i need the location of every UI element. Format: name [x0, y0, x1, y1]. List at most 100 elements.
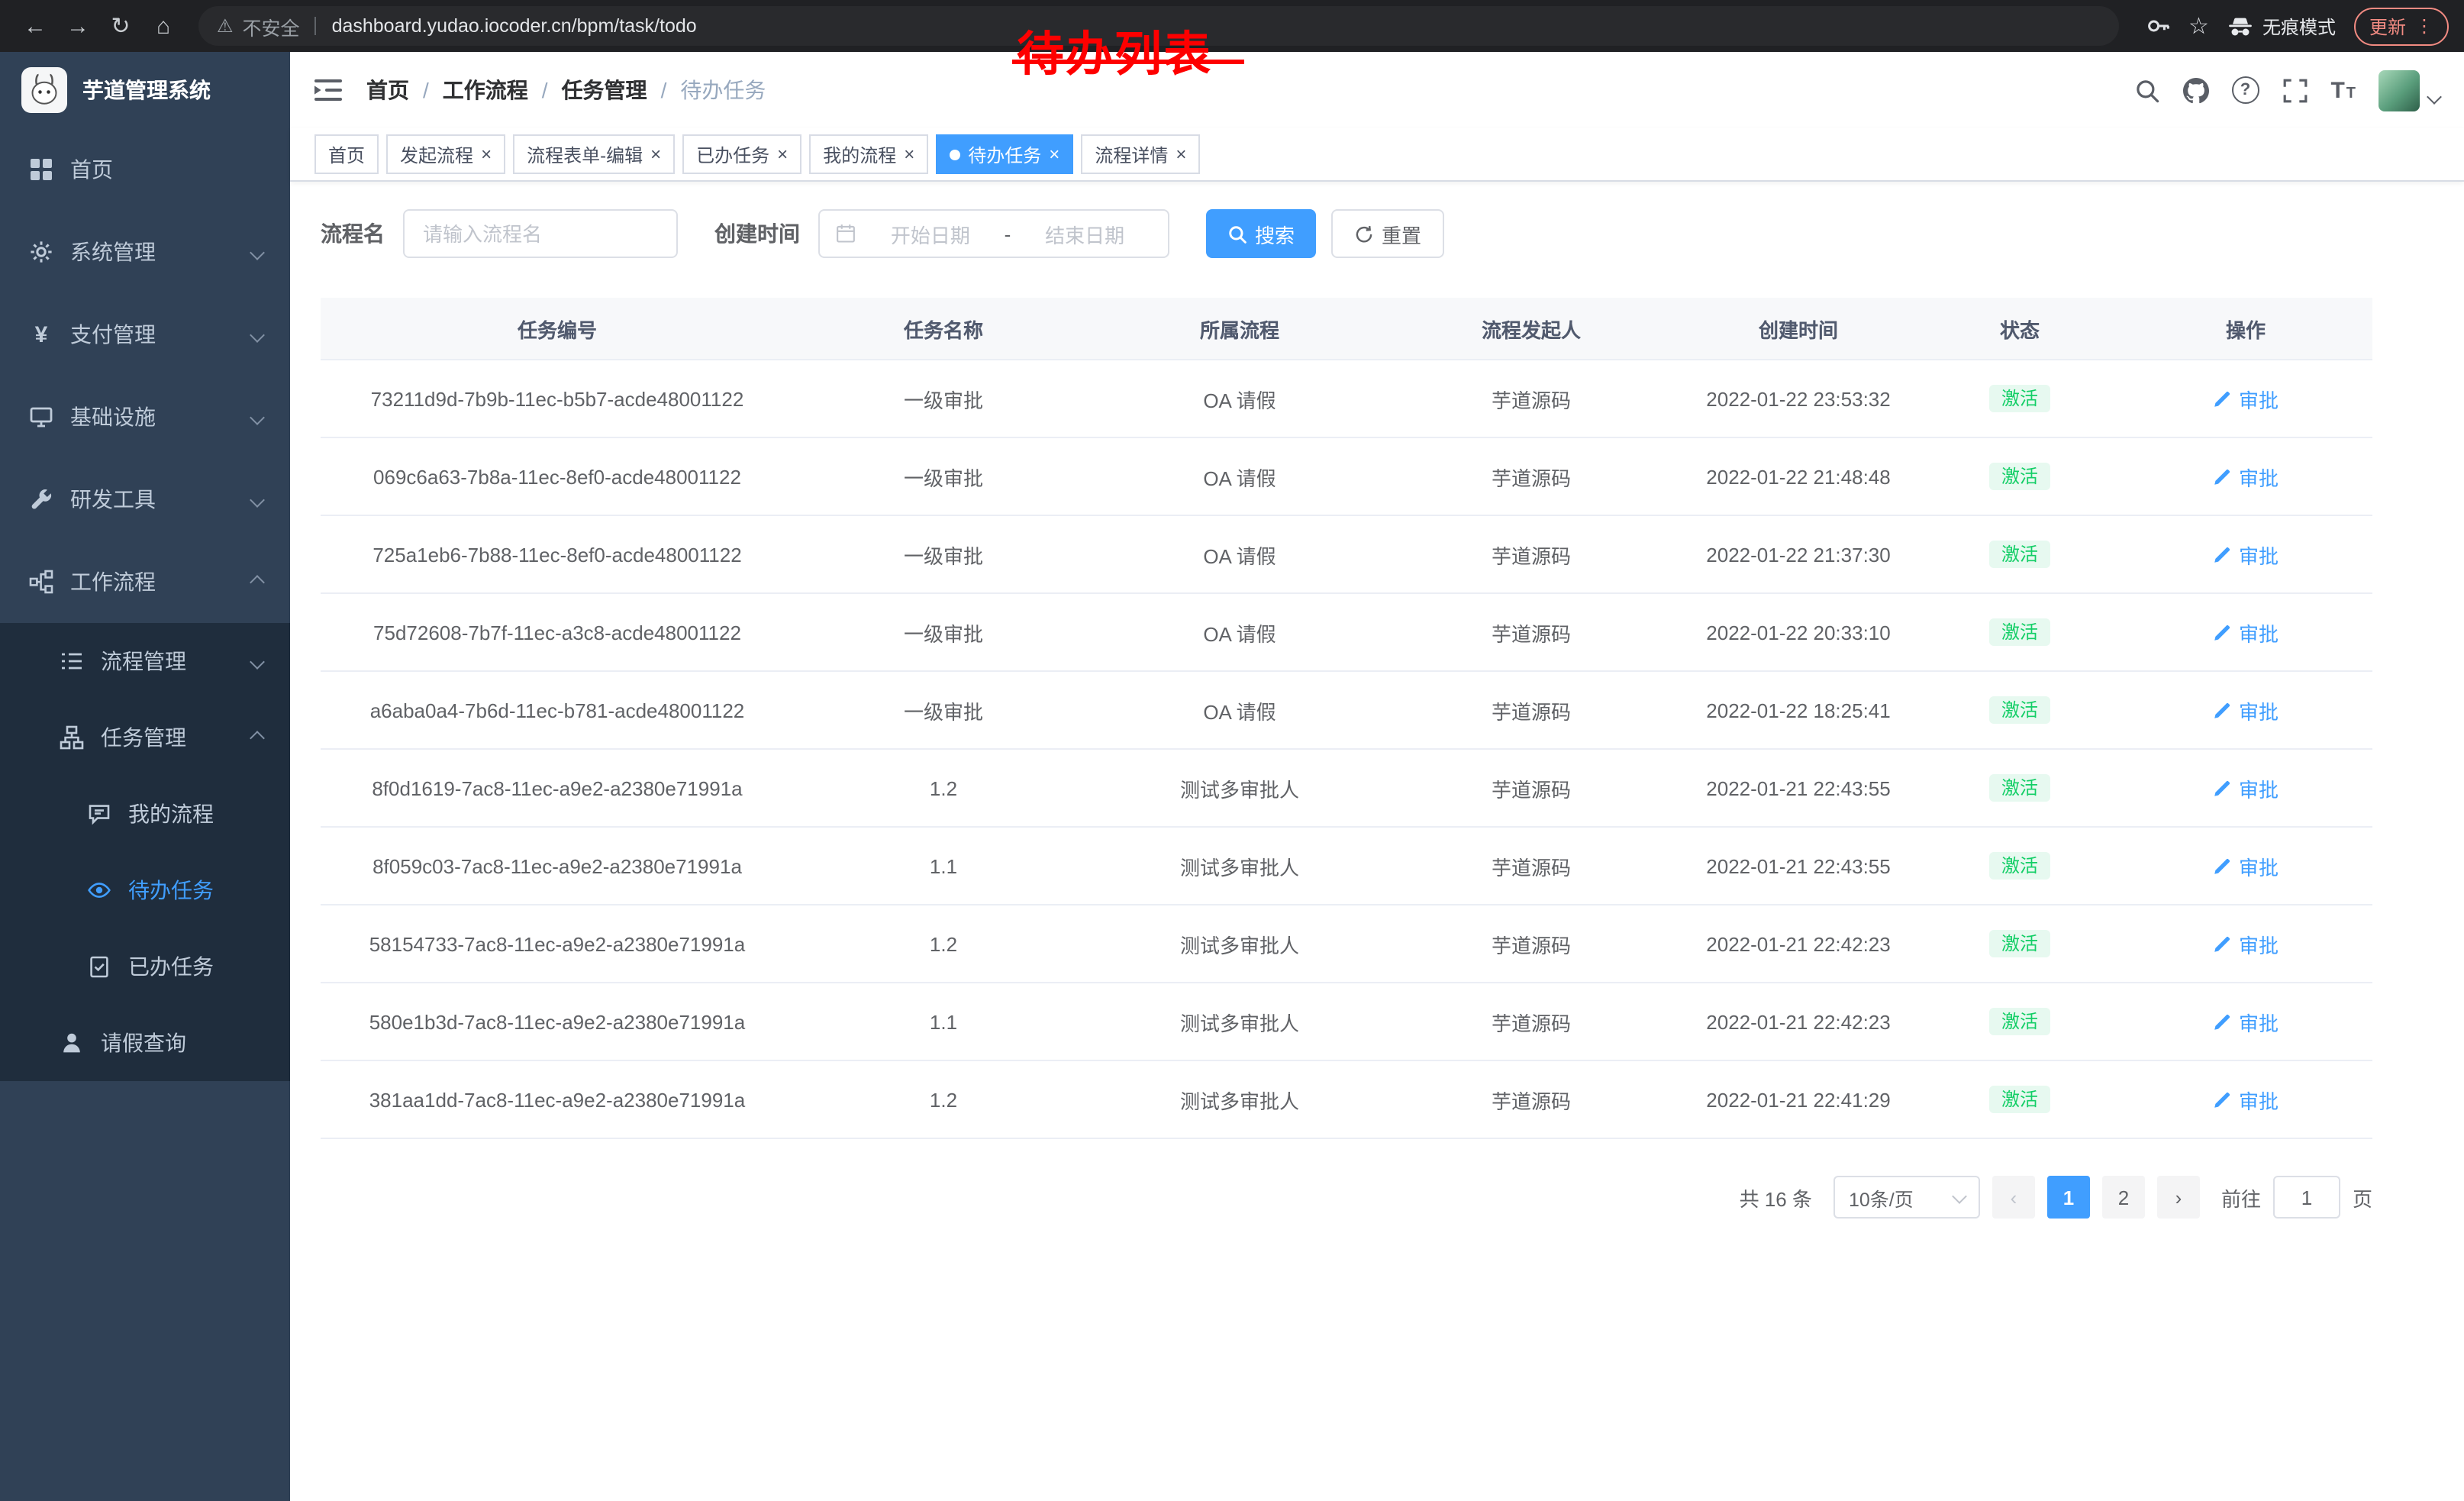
tab-close-icon[interactable]: × [481, 145, 492, 163]
back-icon[interactable]: ← [15, 6, 55, 46]
reload-icon[interactable]: ↻ [101, 6, 140, 46]
next-page-button[interactable]: › [2157, 1176, 2200, 1219]
tab[interactable]: 流程详情 × [1081, 134, 1200, 174]
breadcrumb: 首页 / 工作流程 / 任务管理 / 待办任务 [366, 75, 766, 105]
cell-create-time: 2022-01-21 22:42:23 [1676, 983, 1921, 1060]
reset-button[interactable]: 重置 [1331, 209, 1444, 258]
approve-label: 审批 [2239, 1007, 2279, 1036]
tab[interactable]: 已办任务 × [682, 134, 801, 174]
sidebar-item-label: 基础设施 [70, 402, 156, 432]
date-range-picker[interactable]: 开始日期 - 结束日期 [818, 209, 1169, 258]
sidebar-item-todo-tasks[interactable]: 待办任务 [0, 852, 290, 928]
sidebar-item-infrastructure[interactable]: 基础设施 [0, 376, 290, 458]
font-size-icon[interactable]: TT [2330, 77, 2356, 103]
breadcrumb-item[interactable]: 首页 [366, 75, 409, 105]
tab-close-icon[interactable]: × [650, 145, 661, 163]
tab-close-icon[interactable]: × [1176, 145, 1186, 163]
approve-link[interactable]: 审批 [2213, 696, 2279, 725]
sidebar-toggle-icon[interactable] [314, 78, 342, 102]
approve-link[interactable]: 审批 [2213, 773, 2279, 802]
page-size-select[interactable]: 10条/页 [1833, 1176, 1980, 1219]
approve-link[interactable]: 审批 [2213, 540, 2279, 569]
page-number-button[interactable]: 1 [2047, 1176, 2090, 1219]
sidebar-item-home[interactable]: 首页 [0, 128, 290, 211]
breadcrumb-item[interactable]: 工作流程 [443, 75, 528, 105]
key-icon[interactable] [2146, 14, 2170, 38]
cell-initiator: 芋道源码 [1386, 905, 1676, 983]
sidebar-item-task-management[interactable]: 任务管理 [0, 699, 290, 776]
cell-action: 审批 [2119, 983, 2372, 1060]
chevron-down-icon [250, 409, 265, 424]
cell-create-time: 2022-01-21 22:43:55 [1676, 749, 1921, 827]
approve-link[interactable]: 审批 [2213, 384, 2279, 413]
tab-label: 首页 [328, 141, 365, 167]
sidebar-item-payment[interactable]: ¥ 支付管理 [0, 293, 290, 376]
approve-link[interactable]: 审批 [2213, 929, 2279, 958]
sidebar-item-process-management[interactable]: 流程管理 [0, 623, 290, 699]
breadcrumb-item[interactable]: 任务管理 [562, 75, 647, 105]
gear-icon [27, 238, 55, 266]
tab[interactable]: 待办任务 × [936, 134, 1073, 174]
sidebar-item-leave-query[interactable]: 请假查询 [0, 1005, 290, 1081]
github-icon[interactable] [2182, 77, 2208, 103]
goto-page-input[interactable] [2273, 1176, 2340, 1219]
sidebar-item-done-tasks[interactable]: 已办任务 [0, 928, 290, 1005]
column-header: 创建时间 [1676, 298, 1921, 360]
table-row: 58154733-7ac8-11ec-a9e2-a2380e71991a 1.2… [321, 905, 2372, 983]
person-icon [58, 1029, 85, 1057]
tab[interactable]: 流程表单-编辑 × [513, 134, 675, 174]
process-name-input[interactable] [403, 209, 678, 258]
approve-link[interactable]: 审批 [2213, 462, 2279, 491]
app-logo[interactable]: 芋道管理系统 [0, 52, 290, 128]
edit-pen-icon [2213, 544, 2233, 564]
search-icon[interactable] [2133, 77, 2159, 103]
sidebar-item-system[interactable]: 系统管理 [0, 211, 290, 293]
approve-link[interactable]: 审批 [2213, 851, 2279, 880]
tab[interactable]: 我的流程 × [809, 134, 928, 174]
approve-link[interactable]: 审批 [2213, 1007, 2279, 1036]
chevron-down-icon [250, 244, 265, 260]
cell-initiator: 芋道源码 [1386, 593, 1676, 671]
update-button[interactable]: 更新 ⋮ [2354, 7, 2449, 45]
prev-page-button[interactable]: ‹ [1992, 1176, 2035, 1219]
tab[interactable]: 首页 × [314, 134, 379, 174]
tab-close-icon[interactable]: × [904, 145, 914, 163]
fullscreen-icon[interactable] [2282, 77, 2308, 103]
cell-task-id: 73211d9d-7b9b-11ec-b5b7-acde48001122 [321, 360, 794, 437]
user-menu[interactable] [2379, 69, 2440, 111]
tab[interactable]: 发起流程 × [386, 134, 505, 174]
cell-action: 审批 [2119, 593, 2372, 671]
cell-process: 测试多审批人 [1093, 1060, 1386, 1138]
tab-close-icon[interactable]: × [777, 145, 788, 163]
search-button[interactable]: 搜索 [1206, 209, 1316, 258]
sidebar-menu: 首页 系统管理 ¥ 支付管理 基础设施 [0, 128, 290, 1081]
chat-bubble-icon [85, 800, 113, 828]
breadcrumb-separator: / [423, 78, 429, 102]
tab-close-icon[interactable]: × [1049, 145, 1059, 163]
page-number-button[interactable]: 2 [2102, 1176, 2145, 1219]
forward-icon[interactable]: → [58, 6, 98, 46]
chevron-down-icon [1952, 1188, 1967, 1203]
monitor-icon [27, 403, 55, 431]
sidebar-item-workflow[interactable]: 工作流程 [0, 541, 290, 623]
approve-link[interactable]: 审批 [2213, 618, 2279, 647]
update-label: 更新 [2369, 13, 2406, 39]
breadcrumb-separator: / [542, 78, 548, 102]
sidebar-item-my-process[interactable]: 我的流程 [0, 776, 290, 852]
chevron-down-icon [2427, 89, 2442, 104]
bookmark-star-icon[interactable]: ☆ [2188, 12, 2209, 40]
sidebar-item-dev-tools[interactable]: 研发工具 [0, 458, 290, 541]
search-button-label: 搜索 [1255, 219, 1295, 248]
browser-menu-dots-icon[interactable]: ⋮ [2415, 15, 2433, 37]
org-chart-icon [58, 724, 85, 751]
cell-task-name: 一级审批 [794, 360, 1093, 437]
cell-task-name: 1.1 [794, 827, 1093, 905]
approve-label: 审批 [2239, 1085, 2279, 1114]
approve-link[interactable]: 审批 [2213, 1085, 2279, 1114]
home-icon[interactable]: ⌂ [144, 6, 183, 46]
total-count: 共 16 条 [1740, 1183, 1812, 1212]
breadcrumb-separator: / [661, 78, 667, 102]
help-icon[interactable]: ? [2231, 76, 2259, 104]
table-row: 381aa1dd-7ac8-11ec-a9e2-a2380e71991a 1.2… [321, 1060, 2372, 1138]
cell-initiator: 芋道源码 [1386, 1060, 1676, 1138]
